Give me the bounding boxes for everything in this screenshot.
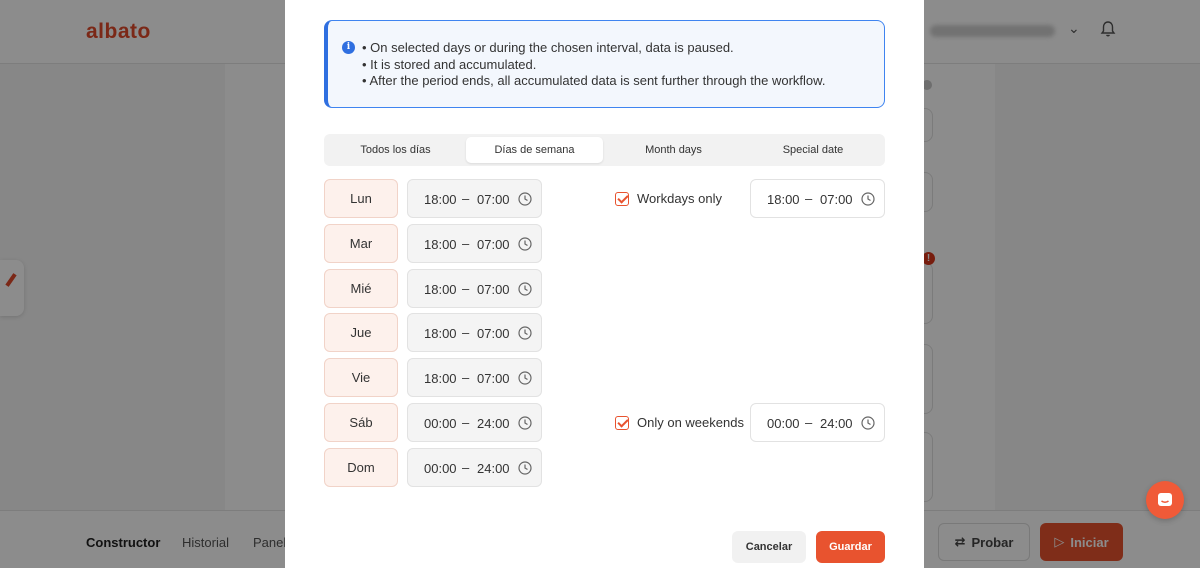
time-from: 18:00 bbox=[424, 281, 457, 297]
clock-icon bbox=[518, 371, 532, 385]
time-separator: – bbox=[462, 280, 470, 296]
time-to: 24:00 bbox=[477, 460, 510, 476]
day-time-range[interactable]: 18:00–07:00 bbox=[407, 313, 542, 353]
info-callout: i On selected days or during the chosen … bbox=[324, 20, 885, 108]
info-text: On selected days or during the chosen in… bbox=[362, 40, 825, 90]
time-from: 18:00 bbox=[424, 371, 457, 387]
day-button[interactable]: Vie bbox=[324, 358, 398, 398]
time-to: 07:00 bbox=[477, 192, 510, 207]
clock-icon bbox=[518, 237, 532, 251]
tab-month-days[interactable]: Month days bbox=[605, 137, 742, 163]
time-to: 07:00 bbox=[477, 281, 510, 297]
time-from: 18:00 bbox=[767, 192, 800, 207]
time-separator: – bbox=[805, 191, 813, 206]
time-to: 07:00 bbox=[820, 192, 853, 207]
day-time-range[interactable]: 18:00–07:00 bbox=[407, 223, 542, 263]
tab-special-date[interactable]: Special date bbox=[744, 137, 882, 163]
schedule-pause-modal: i On selected days or during the chosen … bbox=[285, 0, 924, 568]
time-from: 00:00 bbox=[424, 460, 457, 476]
time-from: 18:00 bbox=[424, 236, 457, 252]
time-separator: – bbox=[462, 370, 470, 386]
clock-icon bbox=[861, 416, 875, 430]
day-time-range[interactable]: 18:00–07:00 bbox=[407, 358, 542, 398]
time-from: 18:00 bbox=[424, 326, 457, 342]
day-button[interactable]: Mar bbox=[324, 223, 398, 263]
day-button[interactable]: Lun bbox=[324, 179, 398, 218]
info-line: On selected days or during the chosen in… bbox=[362, 40, 825, 57]
time-separator: – bbox=[462, 191, 470, 206]
day-button[interactable]: Sáb bbox=[324, 403, 398, 442]
time-to: 07:00 bbox=[477, 236, 510, 252]
day-time-range[interactable]: 18:00–07:00 bbox=[407, 268, 542, 308]
day-button[interactable]: Dom bbox=[324, 447, 398, 487]
schedule-tabs: Todos los días Días de semana Month days… bbox=[324, 134, 885, 166]
clock-icon bbox=[861, 192, 875, 206]
clock-icon bbox=[518, 281, 532, 296]
weekends-only-option[interactable]: Only on weekends bbox=[615, 415, 744, 430]
clock-icon bbox=[518, 461, 532, 475]
day-button[interactable]: Jue bbox=[324, 313, 398, 353]
day-button[interactable]: Mié bbox=[324, 268, 398, 308]
weekends-time-range[interactable]: 00:00 – 24:00 bbox=[750, 403, 885, 442]
support-chat-button[interactable] bbox=[1146, 481, 1184, 519]
info-line: It is stored and accumulated. bbox=[362, 57, 825, 74]
clock-icon bbox=[518, 416, 532, 430]
clock-icon bbox=[518, 192, 532, 206]
tab-todos-los-dias[interactable]: Todos los días bbox=[327, 137, 464, 163]
day-time-range[interactable]: 18:00–07:00 bbox=[407, 179, 542, 218]
time-to: 24:00 bbox=[477, 416, 510, 431]
time-separator: – bbox=[462, 325, 470, 341]
weekends-only-label: Only on weekends bbox=[637, 415, 744, 430]
chat-icon bbox=[1158, 493, 1172, 506]
tab-dias-de-semana[interactable]: Días de semana bbox=[466, 137, 603, 163]
workdays-only-option[interactable]: Workdays only bbox=[615, 191, 722, 206]
time-to: 07:00 bbox=[477, 371, 510, 387]
save-button[interactable]: Guardar bbox=[816, 531, 885, 563]
weekends-only-checkbox[interactable] bbox=[615, 415, 629, 430]
time-from: 00:00 bbox=[424, 416, 457, 431]
cancel-button[interactable]: Cancelar bbox=[732, 531, 806, 563]
time-from: 00:00 bbox=[767, 416, 800, 431]
time-separator: – bbox=[462, 235, 470, 251]
day-time-range[interactable]: 00:00–24:00 bbox=[407, 447, 542, 487]
workdays-only-checkbox[interactable] bbox=[615, 191, 629, 206]
time-separator: – bbox=[462, 459, 470, 475]
workdays-only-label: Workdays only bbox=[637, 191, 723, 206]
day-time-range[interactable]: 00:00–24:00 bbox=[407, 403, 542, 442]
info-line: After the period ends, all accumulated d… bbox=[362, 73, 825, 90]
time-from: 18:00 bbox=[424, 192, 457, 207]
time-separator: – bbox=[462, 415, 470, 430]
clock-icon bbox=[518, 326, 532, 340]
workdays-time-range[interactable]: 18:00 – 07:00 bbox=[750, 179, 885, 218]
time-separator: – bbox=[805, 415, 813, 430]
time-to: 07:00 bbox=[477, 326, 510, 342]
time-to: 24:00 bbox=[820, 416, 853, 431]
info-icon: i bbox=[342, 41, 355, 54]
